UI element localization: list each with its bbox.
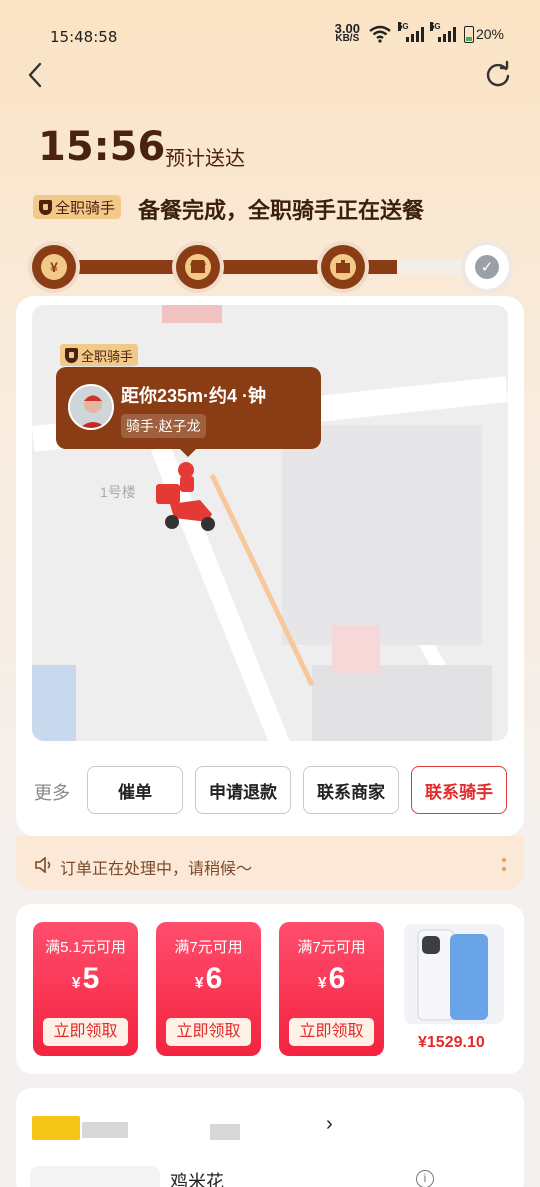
network-label-2: 5G xyxy=(429,22,441,31)
signal-icon-1: 5G xyxy=(397,22,424,42)
coupon-2[interactable]: 满7元可用 ¥6 立即领取 xyxy=(156,922,261,1056)
store-chevron-icon[interactable]: › xyxy=(326,1113,333,1136)
coupon-3[interactable]: 满7元可用 ¥6 立即领取 xyxy=(279,922,384,1056)
status-bar: 15:48:58 3.00 KB/S 5G 5G 20% xyxy=(0,0,540,70)
yuan-icon: ¥ xyxy=(41,254,67,280)
order-status-text: 备餐完成，全职骑手正在送餐 xyxy=(138,198,425,223)
coupon-condition: 满7元可用 xyxy=(297,939,366,956)
map-block xyxy=(332,625,380,673)
coupon-condition: 满5.1元可用 xyxy=(45,939,126,956)
item-name: 鸡米花 xyxy=(170,1172,224,1187)
rider-type-badge-map: 全职骑手 xyxy=(60,344,139,366)
shop-icon xyxy=(185,254,211,280)
coupon-1[interactable]: 满5.1元可用 ¥5 立即领取 xyxy=(33,922,138,1056)
notice-indicator xyxy=(502,858,506,862)
package-icon xyxy=(330,254,356,280)
back-icon[interactable] xyxy=(22,60,52,90)
coupon-condition: 满7元可用 xyxy=(174,939,243,956)
battery-percent: 20% xyxy=(475,26,504,42)
progress-step-prepared xyxy=(176,245,220,289)
progress-step-paid: ¥ xyxy=(32,245,76,289)
promo-product-price: ¥1529.10 xyxy=(418,1034,485,1051)
delivery-progress: ¥ ✓ xyxy=(32,244,510,290)
rider-type-badge: 全职骑手 xyxy=(33,195,122,219)
rider-name: 骑手·赵子龙 xyxy=(121,414,206,438)
redacted-text xyxy=(210,1124,240,1140)
coupon-amount: ¥5 xyxy=(33,961,138,1002)
coupon-currency: ¥ xyxy=(317,975,327,992)
progress-step-delivered: ✓ xyxy=(465,245,509,289)
shield-icon xyxy=(65,347,78,363)
progress-step-delivering xyxy=(321,245,365,289)
map-water xyxy=(32,665,76,741)
map-rider-type-label: 全职骑手 xyxy=(81,348,134,364)
map-block xyxy=(312,665,492,741)
network-speed: 3.00 KB/S xyxy=(335,22,360,44)
rider-distance-eta: 距你235m·约4 ·钟 xyxy=(121,386,267,406)
coupon-amount: ¥6 xyxy=(156,961,261,1002)
coupon-value: 6 xyxy=(328,962,346,995)
notice-indicator xyxy=(502,867,506,871)
claim-coupon-button[interactable]: 立即领取 xyxy=(289,1018,374,1046)
contact-merchant-button[interactable]: 联系商家 xyxy=(303,766,399,814)
network-label-1: 5G xyxy=(397,22,409,31)
contact-rider-button[interactable]: 联系骑手 xyxy=(411,766,507,814)
request-refund-button[interactable]: 申请退款 xyxy=(195,766,291,814)
refresh-icon[interactable] xyxy=(484,60,512,88)
info-icon[interactable]: i xyxy=(416,1170,434,1187)
status-icons: 3.00 KB/S 5G 5G 20% xyxy=(335,22,504,44)
speed-unit: KB/S xyxy=(335,33,360,44)
claim-coupon-button[interactable]: 立即领取 xyxy=(166,1018,251,1046)
coupon-currency: ¥ xyxy=(194,975,204,992)
wifi-icon xyxy=(369,25,391,43)
rider-scooter-icon xyxy=(156,462,215,531)
urge-order-button[interactable]: 催单 xyxy=(87,766,183,814)
signal-icon-2: 5G xyxy=(429,22,456,42)
status-time: 15:48:58 xyxy=(50,28,118,46)
redacted-text xyxy=(82,1122,128,1138)
coupon-amount: ¥6 xyxy=(279,961,384,1002)
rider-type-label: 全职骑手 xyxy=(55,199,116,217)
coupon-currency: ¥ xyxy=(71,975,81,992)
battery-indicator: 20% xyxy=(463,25,504,43)
more-label[interactable]: 更多 xyxy=(34,779,70,805)
claim-coupon-button[interactable]: 立即领取 xyxy=(43,1018,128,1046)
building-label: 1号楼 xyxy=(100,484,136,500)
promo-product-image[interactable] xyxy=(404,924,504,1024)
coupon-value: 6 xyxy=(205,962,223,995)
shield-icon xyxy=(39,199,52,215)
store-logo xyxy=(32,1116,80,1140)
map-block xyxy=(162,305,222,323)
coupon-value: 5 xyxy=(82,962,100,995)
check-icon: ✓ xyxy=(475,255,499,279)
speaker-icon xyxy=(35,857,51,873)
notice-text: 订单正在处理中，请稍候～ xyxy=(60,861,253,878)
battery-icon xyxy=(463,25,474,43)
eta-label: 预计送达 xyxy=(165,148,245,170)
rider-avatar xyxy=(68,384,114,430)
eta-time: 15:56 xyxy=(38,124,166,170)
item-image xyxy=(30,1166,160,1187)
